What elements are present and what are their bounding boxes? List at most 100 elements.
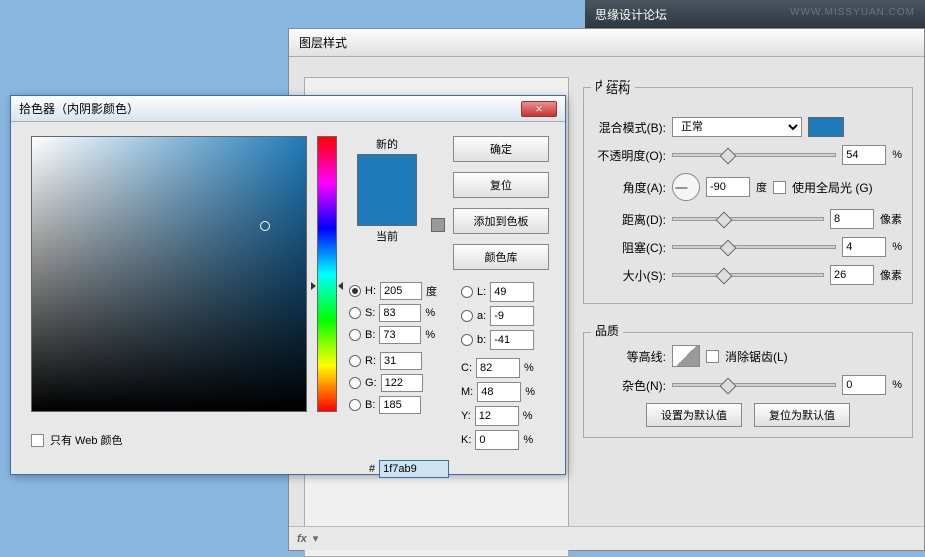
choke-slider[interactable] [672, 245, 836, 249]
b-label: B: [365, 329, 375, 341]
noise-unit: % [892, 379, 902, 391]
global-light-checkbox[interactable] [773, 181, 786, 194]
choke-unit: % [892, 241, 902, 253]
antialias-checkbox[interactable] [706, 350, 719, 363]
h-label: H: [365, 285, 376, 297]
choke-input[interactable] [842, 237, 886, 257]
set-default-button[interactable]: 设置为默认值 [646, 403, 742, 427]
a-radio[interactable] [461, 310, 473, 322]
h-input[interactable] [380, 282, 422, 300]
l-radio[interactable] [461, 286, 473, 298]
distance-slider[interactable] [672, 217, 824, 221]
hue-slider[interactable] [317, 136, 337, 412]
s-unit: % [425, 307, 435, 319]
l-input[interactable] [490, 282, 534, 302]
structure-group: 结构 混合模式(B): 正常 不透明度(O): % 角度(A): 度 使用全局光… [583, 87, 913, 304]
g-radio[interactable] [349, 377, 361, 389]
m-unit: % [525, 386, 535, 398]
b2-input[interactable] [490, 330, 534, 350]
l-label: L: [477, 286, 486, 298]
color-picker-title: 拾色器（内阴影颜色） [19, 100, 139, 117]
r-radio[interactable] [349, 355, 361, 367]
size-unit: 像素 [880, 267, 902, 283]
reset-default-button[interactable]: 复位为默认值 [754, 403, 850, 427]
r-input[interactable] [380, 352, 422, 370]
cancel-button[interactable]: 复位 [453, 172, 549, 198]
layer-style-footer: fx ▾ [289, 526, 924, 550]
structure-label: 结构 [602, 82, 634, 96]
g-input[interactable] [381, 374, 423, 392]
b-radio[interactable] [349, 329, 361, 341]
layer-style-title[interactable]: 图层样式 [289, 29, 924, 57]
h-unit: 度 [426, 283, 437, 299]
s-label: S: [365, 307, 375, 319]
bb-radio[interactable] [349, 399, 361, 411]
angle-unit: 度 [756, 179, 767, 195]
size-input[interactable] [830, 265, 874, 285]
global-light-label: 使用全局光 (G) [792, 179, 873, 196]
size-label: 大小(S): [594, 267, 666, 284]
blend-mode-select[interactable]: 正常 [672, 117, 802, 137]
y-label: Y: [461, 410, 471, 422]
quality-label: 品质 [591, 324, 623, 338]
m-label: M: [461, 386, 473, 398]
opacity-slider[interactable] [672, 153, 836, 157]
current-color-label: 当前 [351, 228, 423, 244]
blend-mode-label: 混合模式(B): [594, 119, 666, 136]
g-label: G: [365, 377, 377, 389]
b2-label: b: [477, 334, 486, 346]
color-picker-dialog: 拾色器（内阴影颜色） ✕ 新的 当前 确定 复位 添加到色板 颜色库 H: 度 S… [10, 95, 566, 475]
k-input[interactable] [475, 430, 519, 450]
c-input[interactable] [476, 358, 520, 378]
color-preview: 新的 当前 [351, 136, 423, 244]
preview-swatch[interactable] [357, 154, 417, 226]
m-input[interactable] [477, 382, 521, 402]
brand-text: 思缘设计论坛 [595, 8, 667, 22]
y-input[interactable] [475, 406, 519, 426]
opacity-unit: % [892, 149, 902, 161]
fx-icon[interactable]: fx [297, 533, 307, 545]
quality-group: 等高线: 消除锯齿(L) 杂色(N): % 设置为默认值 复位为默认值 [583, 332, 913, 438]
noise-slider[interactable] [672, 383, 836, 387]
a-input[interactable] [490, 306, 534, 326]
bb-input[interactable] [379, 396, 421, 414]
cube-icon[interactable] [431, 218, 445, 232]
color-picker-titlebar[interactable]: 拾色器（内阴影颜色） ✕ [11, 96, 565, 122]
ok-button[interactable]: 确定 [453, 136, 549, 162]
hue-pointer[interactable] [313, 282, 341, 290]
antialias-label: 消除锯齿(L) [725, 348, 788, 365]
shadow-color-swatch[interactable] [808, 117, 844, 137]
new-color-label: 新的 [351, 136, 423, 152]
color-library-button[interactable]: 颜色库 [453, 244, 549, 270]
size-slider[interactable] [672, 273, 824, 277]
contour-label: 等高线: [594, 348, 666, 365]
b2-radio[interactable] [461, 334, 473, 346]
c-unit: % [524, 362, 534, 374]
web-only-label: 只有 Web 颜色 [50, 432, 123, 448]
contour-picker[interactable] [672, 345, 700, 367]
add-swatch-button[interactable]: 添加到色板 [453, 208, 549, 234]
hex-input[interactable] [379, 460, 449, 478]
b-input[interactable] [379, 326, 421, 344]
k-unit: % [523, 434, 533, 446]
opacity-input[interactable] [842, 145, 886, 165]
noise-input[interactable] [842, 375, 886, 395]
c-label: C: [461, 362, 472, 374]
choke-label: 阻塞(C): [594, 239, 666, 256]
s-radio[interactable] [349, 307, 361, 319]
angle-dial[interactable] [672, 173, 700, 201]
close-button[interactable]: ✕ [521, 101, 557, 117]
distance-unit: 像素 [880, 211, 902, 227]
s-input[interactable] [379, 304, 421, 322]
hex-prefix: # [369, 463, 375, 475]
h-radio[interactable] [349, 285, 361, 297]
color-field[interactable] [31, 136, 307, 412]
y-unit: % [523, 410, 533, 422]
angle-input[interactable] [706, 177, 750, 197]
distance-label: 距离(D): [594, 211, 666, 228]
color-field-cursor[interactable] [260, 221, 270, 231]
angle-label: 角度(A): [594, 179, 666, 196]
web-only-checkbox[interactable] [31, 434, 44, 447]
distance-input[interactable] [830, 209, 874, 229]
chevron-down-icon[interactable]: ▾ [313, 532, 319, 545]
